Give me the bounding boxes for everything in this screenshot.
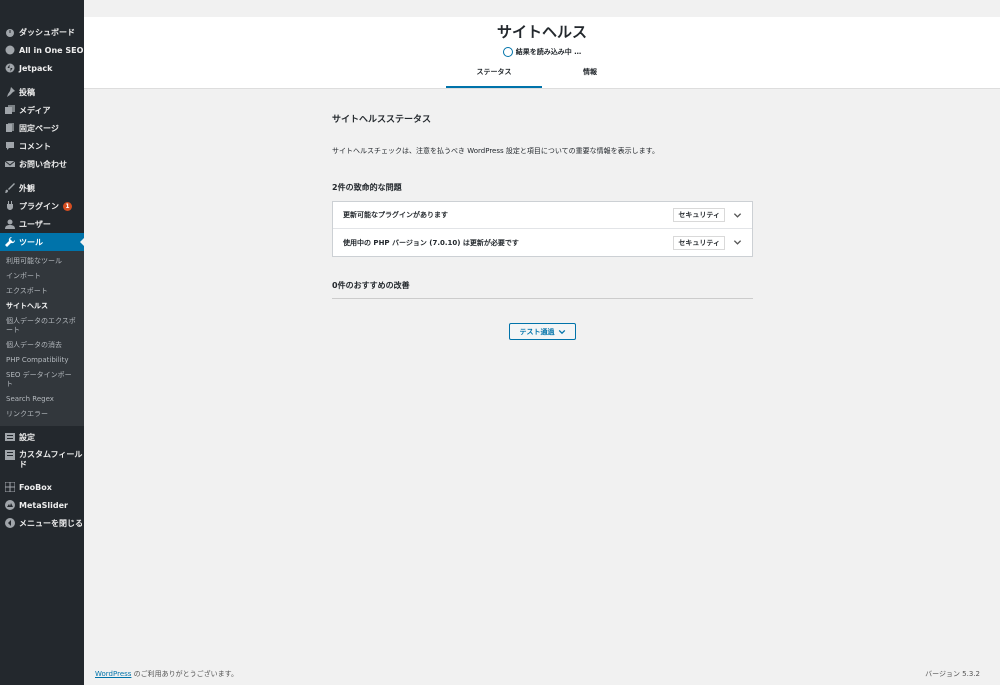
tools-submenu-item[interactable]: インポート (0, 269, 84, 284)
page-title: サイトヘルス (496, 23, 587, 41)
health-content: サイトヘルスステータス サイトヘルスチェックは、注意を払うべき WordPres… (332, 112, 753, 299)
media-icon (5, 105, 15, 115)
issue-label: 更新可能なプラグインがあります (343, 211, 448, 219)
sidebar-item-comments[interactable]: コメント (0, 137, 84, 155)
comment-icon (5, 141, 15, 151)
wrench-icon (5, 237, 15, 247)
brush-icon (5, 183, 15, 193)
sidebar-item-label: お問い合わせ (19, 159, 67, 169)
progress-circle-icon (502, 47, 513, 57)
sidebar-item-custom-fields[interactable]: カスタムフィールド (0, 446, 84, 472)
tools-submenu-item[interactable]: 個人データの消去 (0, 338, 84, 353)
sidebar-item-jetpack[interactable]: Jetpack (0, 59, 84, 77)
tools-submenu: 利用可能なツール インポート エクスポート サイトヘルス 個人データのエクスポート 個人デ… (0, 251, 84, 426)
sidebar-item-label: 外観 (19, 183, 35, 193)
sidebar-item-posts[interactable]: 投稿 (0, 83, 84, 101)
issue-row[interactable]: 使用中の PHP バージョン (7.0.10) は更新が必要です セキュリティ (333, 229, 752, 256)
plug-icon (5, 201, 15, 211)
passed-tests-label: テスト通過 (519, 327, 555, 336)
sidebar-item-label: ツール (19, 237, 43, 247)
sidebar-item-dashboard[interactable]: ダッシュボード (0, 23, 84, 41)
recommended-heading: 0件のおすすめの改善 (332, 280, 753, 299)
tools-submenu-item[interactable]: Search Regex (0, 392, 84, 407)
tab-status[interactable]: ステータス (446, 64, 542, 88)
sidebar-item-settings[interactable]: 設定 (0, 428, 84, 446)
sidebar-item-label: ダッシュボード (19, 27, 75, 37)
user-icon (5, 219, 15, 229)
settings-icon (5, 432, 15, 442)
sidebar-item-label: Jetpack (19, 63, 53, 73)
tools-submenu-item[interactable]: サイトヘルス (0, 299, 84, 314)
issue-badge: セキュリティ (673, 208, 725, 222)
metaslider-icon (5, 500, 15, 510)
fields-icon (5, 450, 15, 460)
tools-submenu-item[interactable]: 個人データのエクスポート (0, 314, 84, 338)
issue-label: 使用中の PHP バージョン (7.0.10) は更新が必要です (343, 238, 519, 247)
mail-icon (5, 159, 15, 169)
sidebar-item-label: All in One SEO (19, 45, 84, 55)
sidebar-item-tools[interactable]: ツール (0, 233, 84, 251)
sidebar-item-appearance[interactable]: 外観 (0, 179, 84, 197)
progress-text: 結果を読み込み中 … (515, 48, 582, 56)
sidebar-item-metaslider[interactable]: MetaSlider (0, 496, 84, 514)
critical-issues-heading: 2件の致命的な問題 (332, 183, 402, 192)
sidebar-item-users[interactable]: ユーザー (0, 215, 84, 233)
tab-info[interactable]: 情報 (542, 64, 638, 88)
sidebar-item-foobox[interactable]: FooBox (0, 478, 84, 496)
jetpack-icon (5, 63, 15, 73)
wordpress-link[interactable]: WordPress (95, 670, 131, 678)
sidebar-item-label: FooBox (19, 482, 52, 492)
sidebar-item-plugins[interactable]: プラグイン 1 (0, 197, 84, 215)
pin-icon (5, 87, 15, 97)
issue-badge: セキュリティ (673, 235, 725, 250)
footer-thanks-text: のご利用ありがとうございます。 (131, 670, 238, 678)
sidebar-item-label: プラグイン (19, 201, 59, 211)
update-count-badge: 1 (63, 201, 72, 211)
sidebar-item-contact[interactable]: お問い合わせ (0, 155, 84, 173)
chevron-down-icon (558, 329, 565, 334)
tools-submenu-item[interactable]: PHP Compatibility (0, 353, 84, 368)
sidebar-item-label: 設定 (19, 432, 35, 442)
passed-tests-button[interactable]: テスト通過 (509, 323, 576, 340)
footer-version: バージョン 5.3.2 (925, 670, 980, 678)
sidebar-item-label: MetaSlider (19, 500, 68, 510)
health-progress: 結果を読み込み中 … (84, 47, 1000, 57)
tools-submenu-item[interactable]: 利用可能なツール (0, 254, 84, 269)
sidebar-item-collapse[interactable]: メニューを閉じる (0, 514, 84, 532)
sidebar-item-pages[interactable]: 固定ページ (0, 119, 84, 137)
aioseo-icon (5, 45, 15, 55)
issue-row[interactable]: 更新可能なプラグインがあります セキュリティ (333, 202, 752, 229)
tools-submenu-item[interactable]: エクスポート (0, 284, 84, 299)
chevron-down-icon[interactable] (733, 211, 742, 220)
sidebar-item-label: メディア (19, 105, 51, 115)
collapse-icon (5, 518, 15, 528)
pages-icon (5, 123, 15, 133)
sidebar-item-label: ユーザー (19, 219, 51, 229)
status-description: サイトヘルスチェックは、注意を払うべき WordPress 設定と項目についての… (332, 147, 659, 155)
footer-thanks: WordPress のご利用ありがとうございます。 (95, 669, 238, 679)
sidebar-item-aioseo[interactable]: All in One SEO (0, 41, 84, 59)
dashboard-icon (5, 27, 15, 37)
chevron-down-icon[interactable] (733, 238, 742, 247)
sidebar-item-label: 固定ページ (19, 123, 59, 133)
critical-issues-list: 更新可能なプラグインがあります セキュリティ 使用中の PHP バージョン (7… (332, 201, 753, 257)
sidebar-item-label: 投稿 (19, 87, 35, 97)
admin-sidebar: ダッシュボード All in One SEO Jetpack 投稿メディア固定ページコ… (0, 0, 84, 685)
sidebar-item-label: メニューを閉じる (19, 518, 83, 528)
sidebar-item-media[interactable]: メディア (0, 101, 84, 119)
page-header: サイトヘルス 結果を読み込み中 … ステータス 情報 (84, 17, 1000, 89)
tools-submenu-item[interactable]: リンクエラー (0, 407, 84, 422)
sidebar-item-label: カスタムフィールド (19, 450, 83, 469)
health-tabs: ステータス 情報 (84, 64, 1000, 88)
status-heading: サイトヘルスステータス (332, 115, 432, 125)
sidebar-item-label: コメント (19, 141, 51, 151)
grid-icon (5, 482, 15, 492)
tools-submenu-item[interactable]: SEO データインポート (0, 368, 84, 392)
